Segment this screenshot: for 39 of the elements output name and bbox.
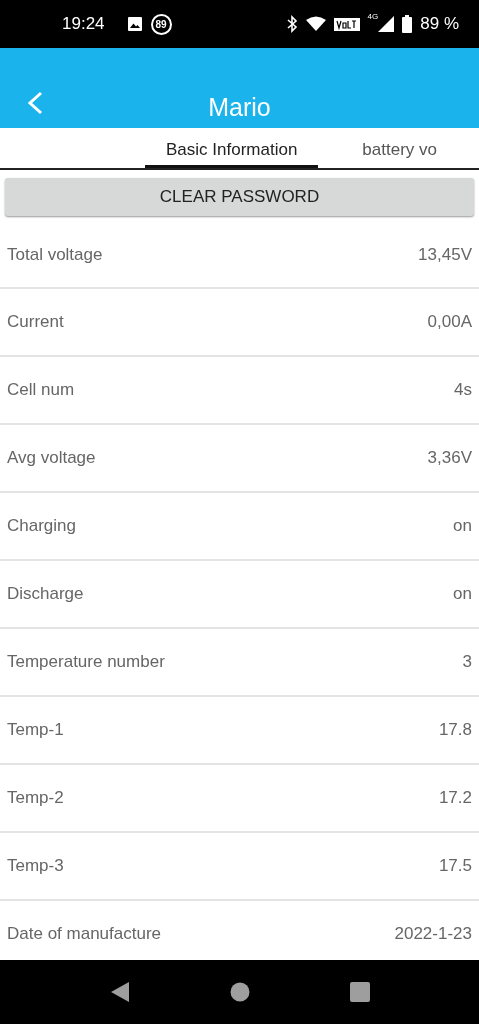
row-label: Temp-3	[7, 856, 64, 876]
tab[interactable]: battery vo	[318, 128, 437, 168]
clear-password-button[interactable]: CLEAR PASSWORD	[5, 178, 474, 216]
battery-icon	[402, 15, 413, 33]
recents-icon[interactable]	[349, 982, 370, 1002]
row-value: 3,36V	[427, 448, 472, 468]
row-value: 4s	[454, 380, 472, 400]
status-time: 19:24	[62, 14, 105, 34]
signal-icon	[378, 16, 395, 32]
battery-percent: 89 %	[420, 14, 459, 34]
row-label: Temp-1	[7, 720, 64, 740]
row-value: 17.2	[438, 788, 472, 808]
row-label: Total voltage	[7, 244, 103, 265]
row-label: Charging	[7, 516, 76, 536]
row-label: Date of manufacture	[7, 924, 162, 944]
row-value: 17.8	[438, 720, 472, 740]
notification-badge: 89	[150, 13, 172, 35]
network-type: 4G	[367, 12, 379, 21]
tab[interactable]: Basic Information	[145, 128, 319, 168]
row-label: Temp-2	[7, 788, 64, 808]
row-label: Discharge	[7, 584, 84, 604]
row-label: Avg voltage	[7, 448, 96, 468]
row-label: Cell num	[7, 380, 75, 400]
row-value: 17.5	[438, 856, 472, 876]
row-value: 3	[462, 652, 472, 672]
image-icon	[126, 16, 143, 32]
bluetooth-icon	[285, 15, 298, 33]
row-label: Temperature number	[7, 652, 165, 672]
row-value: on	[453, 516, 472, 536]
row-label: Current	[7, 312, 64, 332]
page-title: Mario	[208, 93, 271, 122]
back-triangle-icon[interactable]	[109, 981, 130, 1003]
row-value: 0,00A	[427, 312, 472, 332]
home-icon[interactable]	[229, 982, 250, 1002]
row-value: 13,45V	[418, 244, 472, 265]
volte-icon	[333, 17, 360, 31]
row-value: 2022-1-23	[394, 924, 472, 944]
wifi-icon	[305, 16, 326, 32]
row-value: on	[453, 584, 472, 604]
